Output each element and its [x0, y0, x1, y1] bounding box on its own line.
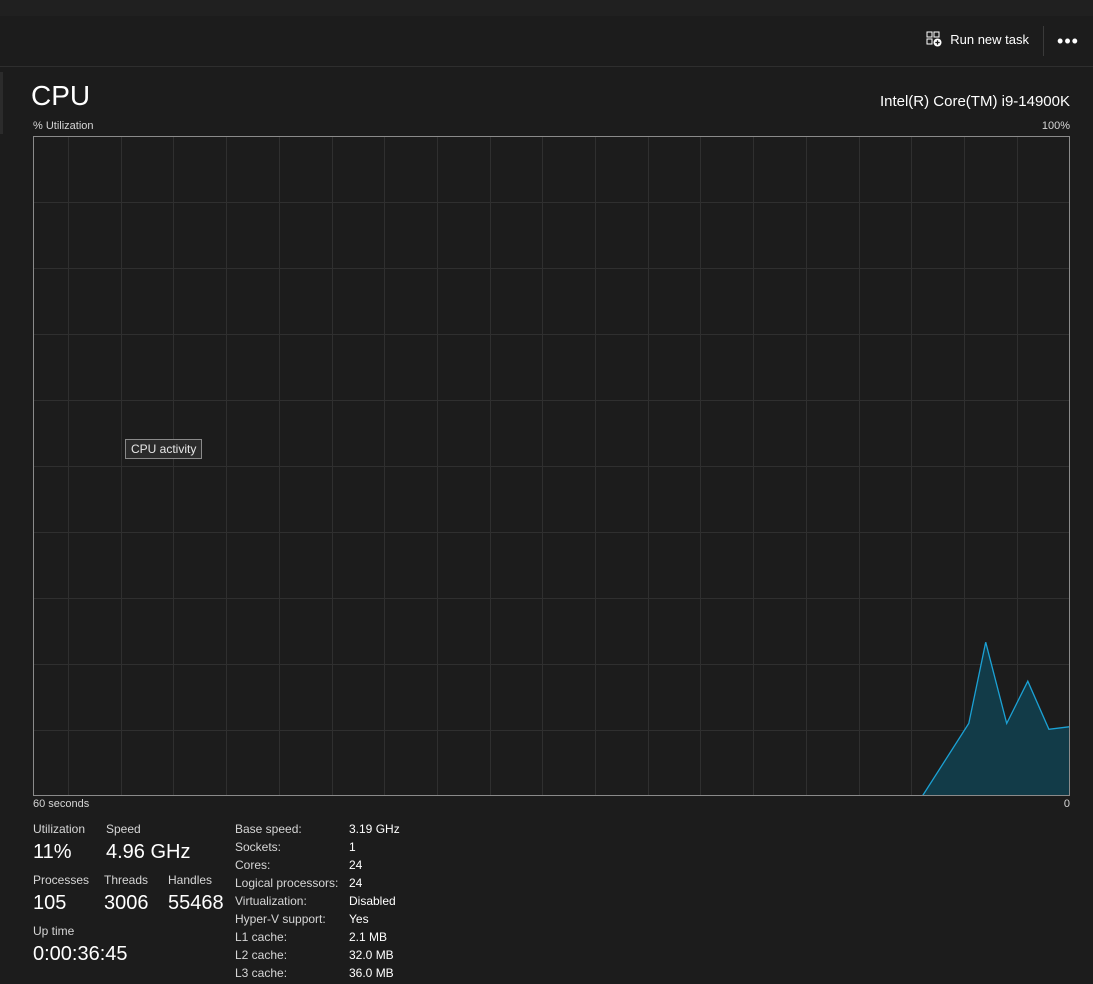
- spec-key: Base speed:: [235, 822, 302, 836]
- uptime-value: 0:00:36:45: [33, 943, 128, 965]
- handles-value: 55468: [168, 892, 224, 914]
- cpu-model-name: Intel(R) Core(TM) i9-14900K: [879, 93, 1070, 110]
- spec-row: Logical processors: 24: [235, 874, 400, 892]
- spec-row: Cores: 24: [235, 856, 400, 874]
- spec-key: L3 cache:: [235, 966, 288, 980]
- spec-row: L3 cache: 36.0 MB: [235, 964, 400, 982]
- cpu-utilization-graph[interactable]: [33, 136, 1070, 796]
- spec-key: Logical processors:: [235, 876, 339, 890]
- spec-key: L2 cache:: [235, 948, 288, 962]
- run-new-task-button[interactable]: Run new task: [926, 31, 1029, 47]
- spec-value: 24: [349, 858, 363, 872]
- spec-value: 1: [349, 840, 356, 854]
- threads-value: 3006: [104, 892, 149, 914]
- sidebar-edge: [0, 72, 3, 134]
- spec-value: 36.0 MB: [349, 966, 394, 980]
- run-task-icon: [926, 31, 942, 47]
- spec-key: L1 cache:: [235, 930, 288, 944]
- spec-row: L1 cache: 2.1 MB: [235, 928, 400, 946]
- spec-key: Sockets:: [235, 840, 282, 854]
- spec-value: Yes: [349, 912, 369, 926]
- utilization-value: 11%: [33, 841, 72, 863]
- spec-key: Hyper-V support:: [235, 912, 326, 926]
- spec-value: 3.19 GHz: [349, 822, 400, 836]
- utilization-label: Utilization: [33, 822, 86, 836]
- graph-y-max-label: 100%: [1041, 120, 1070, 132]
- spec-key: Virtualization:: [235, 894, 307, 908]
- threads-label: Threads: [104, 873, 149, 887]
- spec-value: 24: [349, 876, 363, 890]
- spec-row: Virtualization: Disabled: [235, 892, 400, 910]
- spec-row: Sockets: 1: [235, 838, 400, 856]
- graph-y-label: % Utilization: [33, 120, 94, 132]
- cpu-spec-table: Base speed: 3.19 GHz Sockets: 1 Cores: 24 L…: [235, 820, 400, 982]
- graph-x-right-label: 0: [1063, 798, 1070, 810]
- graph-x-left-label: 60 seconds: [33, 798, 90, 810]
- spec-row: Hyper-V support: Yes: [235, 910, 400, 928]
- spec-key: Cores:: [235, 858, 271, 872]
- spec-row: L2 cache: 32.0 MB: [235, 946, 400, 964]
- speed-label: Speed: [106, 822, 141, 836]
- spec-value: 2.1 MB: [349, 930, 388, 944]
- spec-value: 32.0 MB: [349, 948, 394, 962]
- toolbar: Run new task •••: [0, 16, 1093, 67]
- cpu-graph-svg: [33, 136, 1070, 796]
- processes-value: 105: [33, 892, 67, 914]
- cpu-usage-area: [922, 642, 1070, 796]
- spec-row: Base speed: 3.19 GHz: [235, 820, 400, 838]
- title-bar-strip: [0, 0, 1093, 16]
- speed-value: 4.96 GHz: [106, 841, 191, 863]
- handles-label: Handles: [168, 873, 213, 887]
- more-options-icon[interactable]: •••: [1052, 27, 1084, 55]
- page-title: CPU: [31, 80, 91, 111]
- toolbar-separator: [1043, 26, 1044, 56]
- processes-label: Processes: [33, 873, 90, 887]
- spec-value: Disabled: [349, 894, 396, 908]
- uptime-label: Up time: [33, 924, 75, 938]
- run-new-task-label: Run new task: [950, 31, 1029, 47]
- cpu-activity-tooltip: CPU activity: [125, 439, 203, 459]
